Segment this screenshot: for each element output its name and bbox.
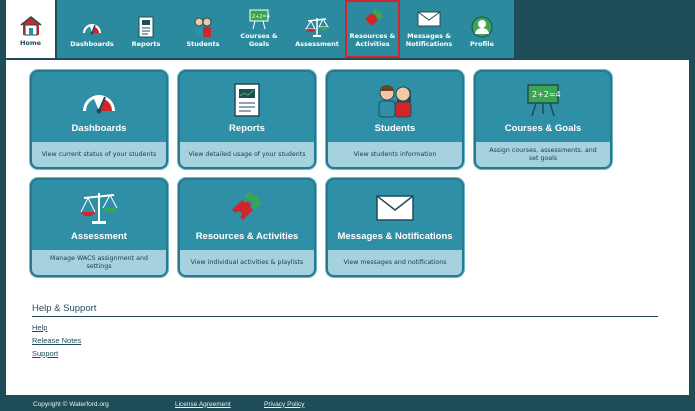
puzzle-icon xyxy=(180,188,314,228)
scale-icon xyxy=(304,15,330,39)
card-assessment[interactable]: Assessment Manage WACS assignment and se… xyxy=(30,178,168,277)
chalkboard-icon: 2+2=4 xyxy=(246,7,272,31)
nav-messages-notifications[interactable]: Messages & Notifications xyxy=(403,0,455,58)
card-title: Students xyxy=(374,123,416,134)
puzzle-icon xyxy=(360,7,386,31)
card-description: Assign courses, assessments, and set goa… xyxy=(476,142,610,167)
card-resources-activities[interactable]: Resources & Activities View individual a… xyxy=(178,178,316,277)
report-icon xyxy=(180,80,314,120)
svg-text:2+2=4: 2+2=4 xyxy=(252,14,270,20)
top-navigation: Home Dashboards Reports Students 2+2=4 C… xyxy=(0,0,695,60)
card-description: Manage WACS assignment and settings xyxy=(32,250,166,275)
nav-students[interactable]: Students xyxy=(181,0,225,58)
card-description: View detailed usage of your students xyxy=(180,142,314,167)
card-students[interactable]: Students View students information xyxy=(326,70,464,169)
chalkboard-icon: 2+2=4 xyxy=(476,80,610,120)
students-icon xyxy=(328,80,462,120)
help-link[interactable]: Help xyxy=(32,323,658,332)
support-link[interactable]: Support xyxy=(32,349,658,358)
nav-resources-label-2: Activities xyxy=(355,39,390,48)
nav-resources-activities[interactable]: Resources & Activities xyxy=(345,0,400,58)
nav-dashboards-label: Dashboards xyxy=(70,39,114,48)
nav-profile[interactable]: Profile xyxy=(462,0,502,58)
release-notes-link[interactable]: Release Notes xyxy=(32,336,658,345)
card-dashboards[interactable]: Dashboards View current status of your s… xyxy=(30,70,168,169)
card-title: Courses & Goals xyxy=(504,123,582,134)
profile-icon xyxy=(469,15,495,39)
speedometer-icon xyxy=(32,80,166,120)
nav-students-label: Students xyxy=(186,39,220,48)
card-description: View students information xyxy=(328,142,462,167)
nav-assessment[interactable]: Assessment xyxy=(292,0,342,58)
envelope-icon xyxy=(328,188,462,228)
card-reports[interactable]: Reports View detailed usage of your stud… xyxy=(178,70,316,169)
nav-profile-label: Profile xyxy=(470,39,494,48)
nav-home[interactable]: Home xyxy=(6,0,55,58)
envelope-icon xyxy=(416,7,442,31)
card-courses-goals[interactable]: 2+2=4 Courses & Goals Assign courses, as… xyxy=(474,70,612,169)
nav-reports-label: Reports xyxy=(131,39,161,48)
svg-text:2+2=4: 2+2=4 xyxy=(532,90,561,99)
nav-assessment-label: Assessment xyxy=(295,39,339,48)
speedometer-icon xyxy=(79,15,105,39)
card-description: View individual activities & playlists xyxy=(180,250,314,275)
nav-reports[interactable]: Reports xyxy=(126,0,166,58)
nav-dashboards[interactable]: Dashboards xyxy=(63,0,121,58)
card-description: View messages and notifications xyxy=(328,250,462,275)
footer: Copyright © Waterford.org License Agreem… xyxy=(0,397,695,411)
scale-icon xyxy=(32,188,166,228)
home-icon xyxy=(18,14,44,38)
card-description: View current status of your students xyxy=(32,142,166,167)
nav-messages-label-2: Notifications xyxy=(405,39,453,48)
help-support-title: Help & Support xyxy=(32,303,658,317)
nav-courses-label: Courses & Goals xyxy=(240,32,278,48)
card-title: Reports xyxy=(229,123,265,134)
card-title: Resources & Activities xyxy=(195,231,299,242)
help-support-section: Help & Support Help Release Notes Suppor… xyxy=(32,303,658,358)
card-messages-notifications[interactable]: Messages & Notifications View messages a… xyxy=(326,178,464,277)
students-icon xyxy=(190,15,216,39)
license-agreement-link[interactable]: License Agreement xyxy=(175,401,231,408)
card-title: Dashboards xyxy=(71,123,127,134)
copyright-text: Copyright © Waterford.org xyxy=(33,400,109,408)
card-title: Messages & Notifications xyxy=(337,231,453,242)
nav-courses-goals[interactable]: 2+2=4 Courses & Goals xyxy=(230,0,288,58)
report-icon xyxy=(133,15,159,39)
main-panel: Dashboards View current status of your s… xyxy=(6,60,689,395)
card-title: Assessment xyxy=(71,231,127,242)
privacy-policy-link[interactable]: Privacy Policy xyxy=(264,401,304,408)
nav-home-label: Home xyxy=(19,38,42,47)
